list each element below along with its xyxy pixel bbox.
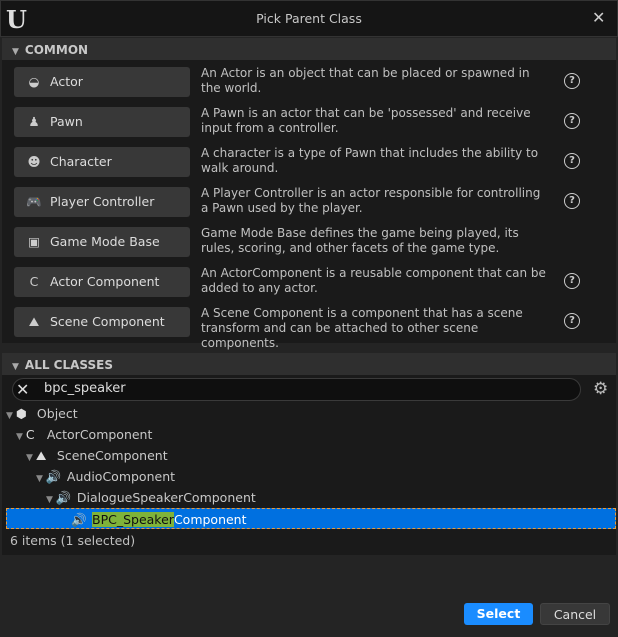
all-classes-section-header[interactable]: ▼ ALL CLASSES [2,353,616,375]
actor-component-icon: C [25,427,35,442]
scene-component-icon: ⛰ [35,448,47,463]
collapse-triangle-icon: ▼ [12,362,19,372]
tree-row[interactable]: ▼ C ActorComponent [6,424,616,445]
gamepad-icon: 🎮 [26,194,42,209]
expand-triangle-icon[interactable]: ▼ [16,432,23,442]
gear-icon[interactable]: ⚙ [593,379,608,399]
expand-triangle-icon[interactable]: ▼ [46,495,53,505]
common-class-button[interactable]: ⛰ Scene Component [14,307,190,337]
tree-row-label: Component [173,512,247,527]
tree-row[interactable]: ▼ ⛰ SceneComponent [6,445,616,466]
window-title: Pick Parent Class [256,11,362,26]
tree-row[interactable]: ▼ 🔊 DialogueSpeakerComponent [6,487,616,508]
class-description: A Player Controller is an actor responsi… [201,186,541,215]
search-match-highlight: BPC_Speaker [92,512,174,527]
button-label: Character [50,154,112,169]
help-icon[interactable]: ? [564,273,580,289]
help-icon[interactable]: ? [564,193,580,209]
button-label: Scene Component [50,314,165,329]
button-label: Pawn [50,114,83,129]
class-description: A Scene Component is a component that ha… [201,306,523,350]
help-icon[interactable]: ? [564,113,580,129]
tree-row-label: DialogueSpeakerComponent [76,490,256,505]
help-icon[interactable]: ? [564,313,580,329]
tree-row[interactable]: ▼ 🔊 AudioComponent [6,466,616,487]
common-class-button[interactable]: C Actor Component [14,267,190,297]
common-class-button[interactable]: ☻ Character [14,147,190,177]
actor-component-icon: C [29,274,39,289]
tree-row-label: SceneComponent [56,448,168,463]
item-count-status: 6 items (1 selected) [10,533,136,548]
search-input[interactable] [44,381,544,396]
common-class-button[interactable]: ♟ Pawn [14,107,190,137]
tree-row-selected[interactable]: 🔊 BPC_SpeakerComponent [6,508,616,529]
help-icon[interactable]: ? [564,73,580,89]
speaker-icon: 🔊 [55,490,72,505]
game-mode-icon: ▣ [28,234,40,249]
common-class-button[interactable]: 🎮 Player Controller [14,187,190,217]
tree-row-label: ActorComponent [46,427,153,442]
class-description: An Actor is an object that can be placed… [201,66,530,95]
button-label: Actor [50,74,83,89]
clear-search-icon[interactable]: ✕ [16,380,29,399]
help-icon[interactable]: ? [564,153,580,169]
pawn-icon: ♟ [28,114,40,129]
tree-row-label: AudioComponent [66,469,176,484]
collapse-triangle-icon: ▼ [12,47,19,57]
expand-triangle-icon[interactable]: ▼ [6,411,13,421]
expand-triangle-icon[interactable]: ▼ [36,474,43,484]
select-button[interactable]: Select [464,603,533,625]
tree-row-label: Object [36,406,78,421]
button-label: Player Controller [50,194,155,209]
close-icon[interactable]: ✕ [592,8,605,27]
class-description: An ActorComponent is a reusable componen… [201,266,546,295]
section-title: ALL CLASSES [24,358,114,372]
actor-icon: ◒ [28,74,40,89]
scene-component-icon: ⛰ [28,314,40,329]
tree-row[interactable]: ▼ ⬢ Object [6,403,616,424]
section-title: COMMON [24,43,89,57]
object-icon: ⬢ [15,406,27,421]
button-label: Actor Component [50,274,160,289]
common-section-header[interactable]: ▼ COMMON [2,38,616,60]
cancel-button[interactable]: Cancel [540,603,610,625]
class-description: A character is a type of Pawn that inclu… [201,146,539,175]
common-class-button[interactable]: ◒ Actor [14,67,190,97]
button-label: Game Mode Base [50,234,160,249]
common-class-button[interactable]: ▣ Game Mode Base [14,227,190,257]
speaker-icon: 🔊 [71,512,87,527]
speaker-icon: 🔊 [45,469,62,484]
class-description: Game Mode Base defines the game being pl… [201,226,519,255]
character-icon: ☻ [27,154,41,169]
class-description: A Pawn is an actor that can be 'possesse… [201,106,531,135]
expand-triangle-icon[interactable]: ▼ [26,453,33,463]
